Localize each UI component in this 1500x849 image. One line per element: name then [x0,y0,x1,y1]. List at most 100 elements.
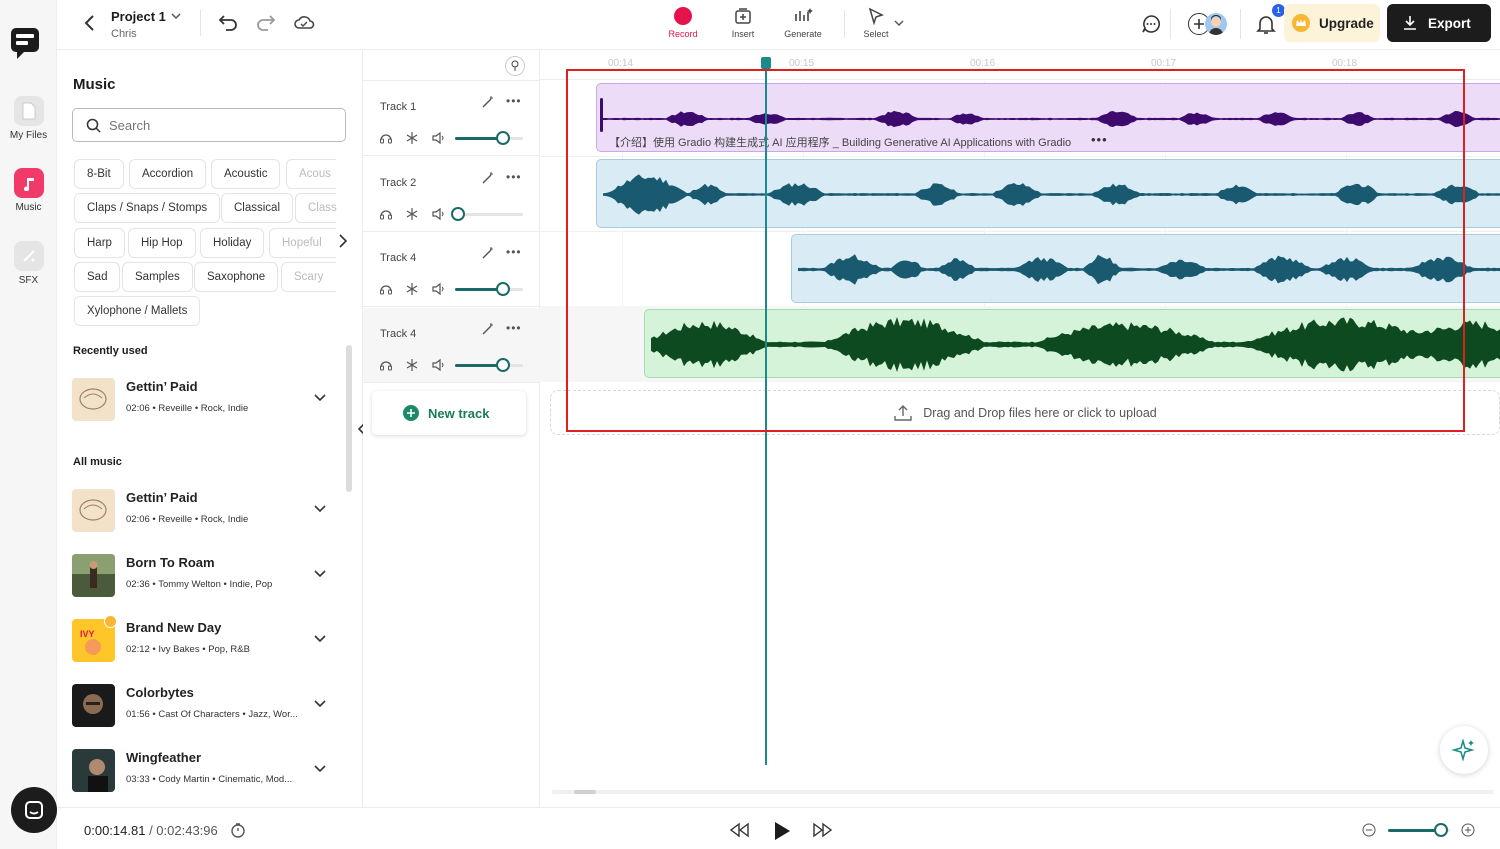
chevron-down-icon[interactable] [170,11,182,21]
song-item[interactable]: Wingfeather 03:33 • Cody Martin • Cinema… [72,745,337,795]
more-dots-icon[interactable]: ••• [1091,132,1108,147]
genre-chip[interactable]: Scary [281,262,336,292]
zoom-in-icon[interactable] [1461,823,1475,837]
genre-chip[interactable]: Acoustic [211,159,281,189]
chevron-down-icon[interactable] [313,569,327,579]
audio-clip-track4[interactable] [644,309,1500,378]
volume-slider-knob[interactable] [495,282,510,296]
track-header[interactable]: Track 4 ••• [363,307,540,383]
genre-chip[interactable]: 8-Bit [74,159,124,189]
audio-clip-track2[interactable] [596,159,1500,228]
genre-chip[interactable]: Saxophone [194,262,279,292]
back-arrow-icon[interactable] [83,14,97,32]
more-options-icon[interactable]: ••• [506,321,522,335]
rewind-icon[interactable] [728,822,750,838]
zoom-out-icon[interactable] [1362,823,1376,837]
volume-slider-knob[interactable] [451,206,466,221]
genre-chip[interactable]: Hopeful [269,228,336,258]
track-name[interactable]: Track 2 [380,177,416,189]
chevron-down-icon[interactable] [313,504,327,514]
scrollbar-thumb[interactable] [574,790,596,794]
snap-magnet-icon[interactable] [505,56,525,76]
insert-button[interactable]: Insert [718,6,768,39]
genre-chip[interactable]: Claps / Snaps / Stomps [74,193,221,223]
genre-chip[interactable]: Samples [122,262,193,292]
more-options-icon[interactable]: ••• [506,170,522,184]
magic-wand-icon[interactable] [481,171,495,185]
ai-assistant-button[interactable] [1440,726,1488,774]
app-logo[interactable] [9,26,41,60]
zoom-slider[interactable] [1388,823,1450,837]
generate-button[interactable]: Generate [778,6,828,39]
more-options-icon[interactable]: ••• [506,94,522,108]
audio-clip-track1[interactable]: 【介绍】使用 Gradio 构建生成式 AI 应用程序 _ Building G… [596,83,1500,152]
track-name[interactable]: Track 4 [380,252,416,264]
upgrade-button[interactable]: Upgrade [1284,4,1380,42]
genre-chip[interactable]: Classical [221,193,294,223]
record-button[interactable]: Record [658,6,708,39]
cloud-sync-icon[interactable] [293,13,315,31]
redo-icon[interactable] [255,12,277,32]
volume-slider[interactable] [455,131,523,145]
volume-slider[interactable] [451,206,523,221]
headphones-icon[interactable] [379,131,393,145]
playhead-handle[interactable] [761,57,771,69]
undo-icon[interactable] [217,12,239,32]
track-header[interactable]: Track 2 ••• [363,157,540,232]
freeze-snowflake-icon[interactable] [405,282,419,296]
rail-my-files[interactable]: My Files [0,96,57,141]
genre-chip[interactable]: Acous [286,159,336,189]
chevron-down-icon[interactable] [313,393,327,403]
fast-forward-icon[interactable] [812,822,834,838]
search-input[interactable] [109,117,329,133]
chevron-down-icon[interactable] [313,764,327,774]
rail-sfx[interactable]: SFX [0,241,57,286]
freeze-snowflake-icon[interactable] [405,131,419,145]
track-header[interactable]: Track 1 ••• [363,81,540,156]
volume-slider-knob[interactable] [495,131,510,145]
export-button[interactable]: Export [1387,4,1491,42]
horizontal-scrollbar[interactable] [552,790,1494,794]
freeze-snowflake-icon[interactable] [405,207,419,221]
headphones-icon[interactable] [379,358,393,372]
playhead[interactable] [765,58,767,765]
chat-support-button[interactable] [11,787,57,833]
song-item[interactable]: Born To Roam 02:36 • Tommy Welton • Indi… [72,550,337,600]
chevron-down-icon[interactable] [893,18,905,28]
volume-slider-knob[interactable] [495,357,510,372]
chevron-down-icon[interactable] [313,699,327,709]
search-box[interactable] [72,108,346,142]
freeze-snowflake-icon[interactable] [405,358,419,372]
genre-chip[interactable]: Class [295,193,337,223]
zoom-slider-knob[interactable] [1433,823,1448,837]
play-icon[interactable] [773,821,791,841]
genre-chip[interactable]: Harp [74,228,125,258]
volume-slider[interactable] [455,357,523,372]
genre-chip[interactable]: Xylophone / Mallets [74,296,201,326]
song-item[interactable]: Colorbytes 01:56 • Cast Of Characters • … [72,680,337,730]
song-item[interactable]: Gettin’ Paid 02:06 • Reveille • Rock, In… [72,485,337,535]
audio-clip-track3[interactable] [791,234,1500,303]
upload-dropzone[interactable]: Drag and Drop files here or click to upl… [550,390,1500,435]
comments-icon[interactable] [1140,13,1162,35]
magic-wand-icon[interactable] [481,95,495,109]
bell-icon[interactable] [1256,13,1276,35]
volume-icon[interactable] [431,358,445,372]
volume-icon[interactable] [431,131,445,145]
genre-chip[interactable]: Sad [74,262,121,292]
magic-wand-icon[interactable] [481,246,495,260]
rail-music[interactable]: Music [0,168,57,213]
panel-scrollbar[interactable] [346,345,352,492]
genre-chip[interactable]: Hip Hop [128,228,196,258]
magic-wand-icon[interactable] [481,322,495,336]
genre-chip[interactable]: Accordion [129,159,207,189]
avatar[interactable] [1205,13,1227,35]
volume-slider[interactable] [455,282,523,296]
timeline-area[interactable]: 00:14 00:15 00:16 00:17 00:18 【介绍】使用 Gradio … [540,50,1500,807]
more-options-icon[interactable]: ••• [506,245,522,259]
song-item[interactable]: Gettin’ Paid 02:06 • Reveille • Rock, In… [72,374,337,424]
song-item[interactable]: IVY Brand New Day 02:12 • Ivy Bakes • Po… [72,615,337,665]
track-name[interactable]: Track 1 [380,101,416,113]
timer-icon[interactable] [230,822,246,838]
volume-icon[interactable] [431,207,445,221]
